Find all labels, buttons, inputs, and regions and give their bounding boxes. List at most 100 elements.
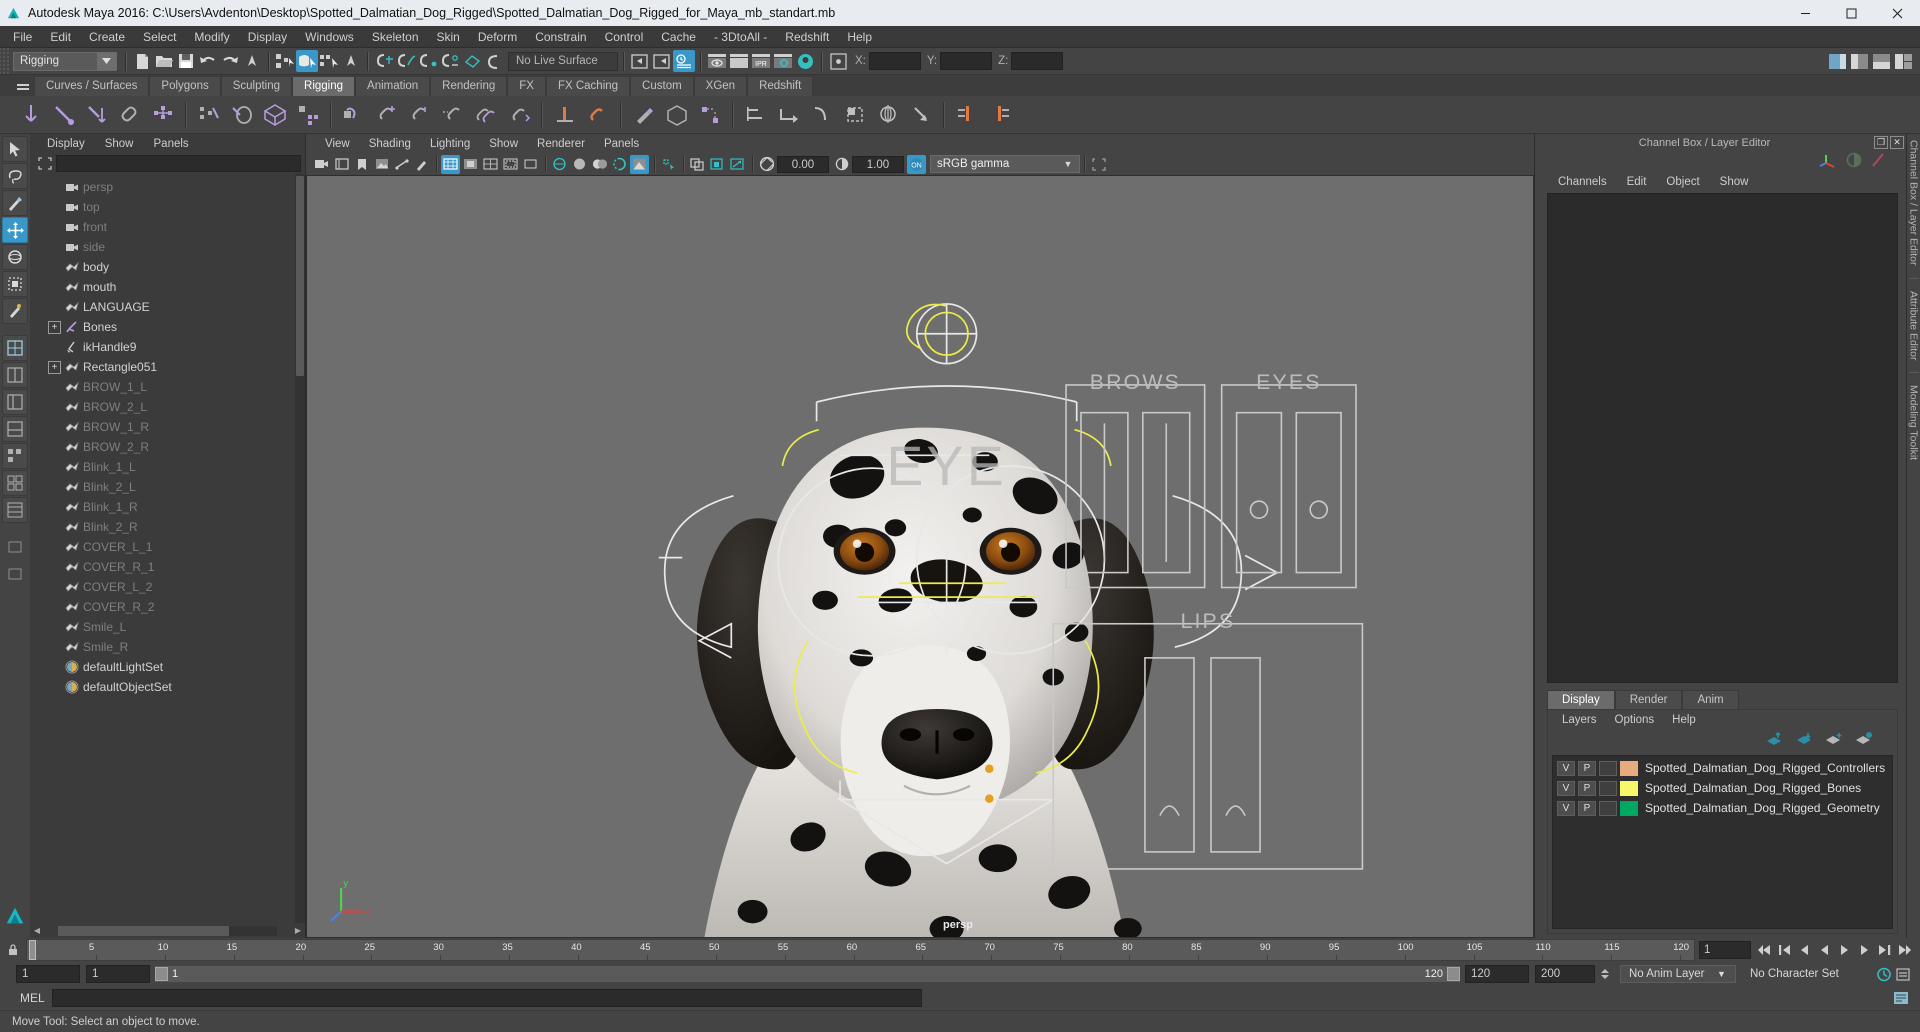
layer-row[interactable]: V P Spotted_Dalmatian_Dog_Rigged_Geometry [1553,798,1892,818]
shelf-tab-polygons[interactable]: Polygons [149,77,221,96]
image-plane-icon[interactable] [372,155,391,174]
layout-single-pane[interactable] [2,335,28,361]
shelf-tab-curves-surfaces[interactable]: Curves / Surfaces [34,77,150,96]
sidebar-layout-toggle-icon[interactable] [1892,50,1914,72]
viewport-menu-shading[interactable]: Shading [360,137,420,151]
mesh-cube-icon[interactable] [660,98,693,131]
curve-arc-icon[interactable] [805,98,838,131]
make-live-icon[interactable] [483,50,505,72]
shadows-icon[interactable] [688,155,707,174]
playback-end-field[interactable]: 120 [1465,965,1529,983]
channelbox-menu-object[interactable]: Object [1657,175,1708,189]
grease-pencil-icon[interactable] [412,155,431,174]
go-to-start-icon[interactable] [1755,941,1774,960]
red-slash-icon[interactable] [1870,152,1886,173]
safe-action-icon[interactable] [501,155,520,174]
playback-start-field[interactable]: 1 [86,965,150,983]
outliner-row[interactable]: LANGUAGE [30,297,305,317]
outliner-row[interactable]: BROW_1_R [30,417,305,437]
outliner-row[interactable]: ikHandle9 [30,337,305,357]
shelf-tab-redshift[interactable]: Redshift [747,77,814,96]
menu-control[interactable]: Control [596,28,653,46]
sphere-wire-icon[interactable] [871,98,904,131]
minimize-button[interactable] [1782,0,1828,26]
range-slider-bar[interactable]: 1 120 [154,965,1461,983]
ipr-render-icon[interactable]: IPR [750,50,772,72]
coord-z-field[interactable] [1011,52,1064,70]
render-current-frame-icon[interactable] [706,50,728,72]
bookmark-slot-1[interactable] [2,534,28,560]
blend-shape-delete-icon[interactable] [436,98,469,131]
script-editor-icon[interactable] [673,50,695,72]
render-sequence-icon[interactable] [728,50,750,72]
go-to-end-icon[interactable] [1895,941,1914,960]
range-start-field[interactable]: 1 [16,965,80,983]
layer-color-swatch[interactable] [1620,800,1638,816]
menu-skeleton[interactable]: Skeleton [363,28,428,46]
menu-constrain[interactable]: Constrain [526,28,595,46]
outliner-row[interactable]: mouth [30,277,305,297]
character-set-selector[interactable]: No Character Set [1742,965,1868,983]
outliner-row[interactable]: BROW_2_L [30,397,305,417]
outliner-row[interactable]: defaultLightSet [30,657,305,677]
time-slider-track[interactable]: 5 10 15 20 25 30 35 40 45 50 55 60 65 70 75 80 85 90 95 100… [26,939,1695,961]
outliner-search-input[interactable] [56,155,301,172]
select-by-component-icon[interactable] [318,50,340,72]
selection-rect-icon[interactable] [838,98,871,131]
shelf-tab-fx-caching[interactable]: FX Caching [545,77,631,96]
layer-playback-toggle[interactable]: P [1578,800,1596,816]
safe-title-icon[interactable] [521,155,540,174]
rotate-tool[interactable] [2,244,28,270]
time-slider-current-indicator[interactable] [29,940,36,960]
create-ik-handle-icon[interactable] [47,98,80,131]
select-mode-arrow-icon[interactable] [340,50,362,72]
sidebar-toolsettings-toggle-icon[interactable] [1870,50,1892,72]
create-ik-spline-icon[interactable] [80,98,113,131]
layout-persp-outliner[interactable] [2,389,28,415]
toggle-channelbox-icon[interactable] [827,50,849,72]
outliner-row[interactable]: Blink_2_L [30,477,305,497]
outliner-menu-show[interactable]: Show [96,137,143,151]
layer-display-type-toggle[interactable] [1599,760,1617,776]
viewport-menu-view[interactable]: View [316,137,359,151]
blend-shape-icon[interactable] [337,98,370,131]
gamma-field[interactable]: 1.00 [852,155,904,173]
select-by-hierarchy-icon[interactable] [274,50,296,72]
layer-tab-anim[interactable]: Anim [1682,690,1739,709]
blend-shape-add-icon[interactable] [370,98,403,131]
anim-layer-selector[interactable]: No Anim Layer ▼ [1620,965,1736,983]
script-editor-open-icon[interactable] [1891,989,1910,1008]
scale-tool[interactable] [2,271,28,297]
save-scene-icon[interactable] [175,50,197,72]
cluster-deformer-icon[interactable] [291,98,324,131]
bookmark-slot-2[interactable] [2,561,28,587]
channelbox-menu-show[interactable]: Show [1711,175,1758,189]
rail-tab-attribute-editor[interactable]: Attribute Editor [1908,285,1920,366]
range-handle-right[interactable] [1447,967,1460,981]
gamma-circle-icon[interactable] [1846,152,1862,173]
viewport-menu-show[interactable]: Show [480,137,527,151]
shelf-tab-rigging[interactable]: Rigging [292,77,356,96]
outliner-row[interactable]: + Rectangle051 [30,357,305,377]
layer-color-swatch[interactable] [1620,760,1638,776]
create-constraint-icon[interactable] [113,98,146,131]
outliner-row[interactable]: persp [30,177,305,197]
menu-display[interactable]: Display [239,28,296,46]
viewport-menu-renderer[interactable]: Renderer [528,137,594,151]
add-selected-to-layer-icon[interactable] [1855,731,1873,751]
play-forwards-icon[interactable] [1835,941,1854,960]
exposure-icon[interactable] [757,155,776,174]
outliner-row[interactable]: top [30,197,305,217]
shelf-tab-rendering[interactable]: Rendering [430,77,508,96]
flat-shade-icon[interactable] [610,155,629,174]
outliner-row[interactable]: BROW_1_L [30,377,305,397]
menu-3dtoall[interactable]: - 3DtoAll - [705,28,776,46]
viewport-menu-panels[interactable]: Panels [595,137,648,151]
outliner-row[interactable]: COVER_R_2 [30,597,305,617]
color-management-toggle-icon[interactable]: ON [907,154,926,174]
viewport-menu-lighting[interactable]: Lighting [421,137,479,151]
gamma-icon[interactable] [832,155,851,174]
layer-visibility-toggle[interactable]: V [1557,780,1575,796]
shelf-menu-icon[interactable] [12,78,34,96]
layout-outliner-persp[interactable] [2,497,28,523]
